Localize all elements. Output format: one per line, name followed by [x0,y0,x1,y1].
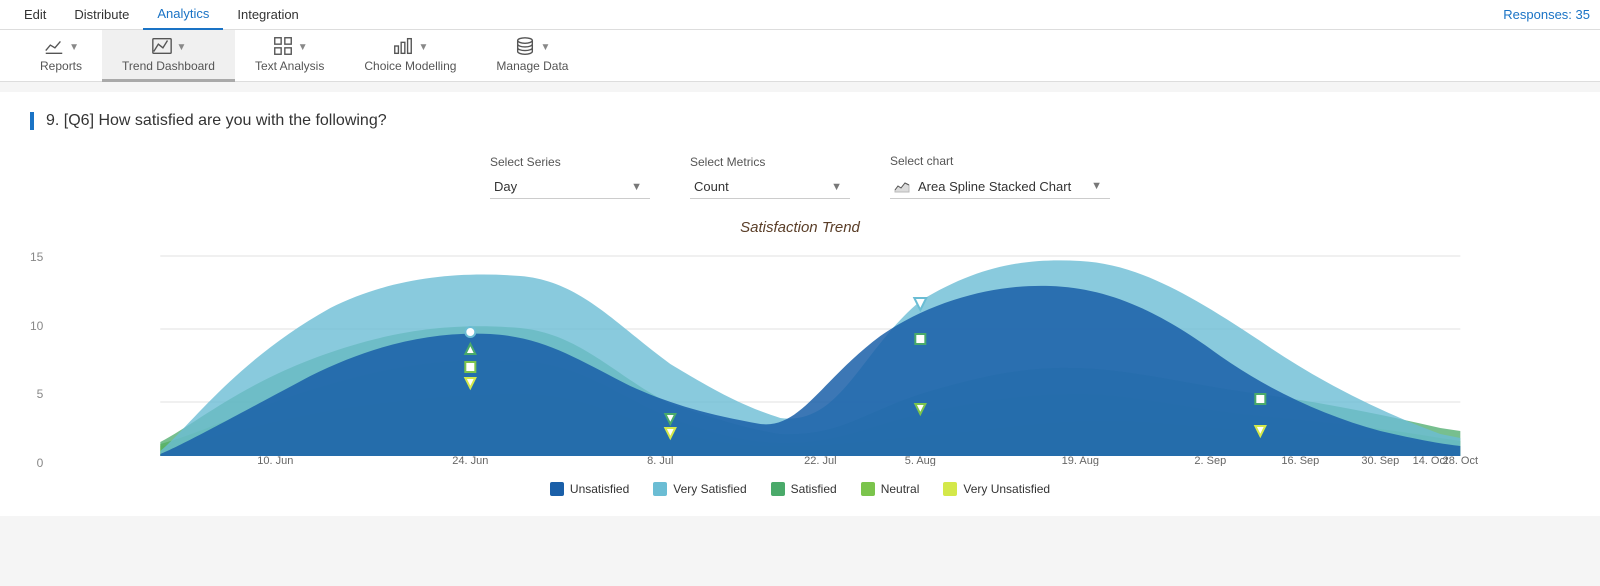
y-label-15: 15 [30,250,43,264]
svg-text:16. Sep: 16. Sep [1282,455,1320,466]
satisfied-label: Satisfied [791,482,837,496]
nav-analytics[interactable]: Analytics [143,0,223,30]
series-control: Select Series Day ▼ [490,155,650,199]
secnav-manage-label: Manage Data [496,59,568,73]
main-content: 9. [Q6] How satisfied are you with the f… [0,92,1600,516]
very-satisfied-color [653,482,667,496]
y-label-10: 10 [30,319,43,333]
secnav-choice-modelling[interactable]: ▼ Choice Modelling [344,30,476,82]
legend-neutral: Neutral [861,482,920,496]
chart-title: Satisfaction Trend [30,219,1570,236]
marker-very-satisfied-1 [466,327,476,337]
very-unsatisfied-color [943,482,957,496]
trend-icon [151,35,173,57]
legend-very-unsatisfied: Very Unsatisfied [943,482,1050,496]
series-label: Select Series [490,155,650,169]
series-arrow-icon: ▼ [631,181,642,193]
chart-svg: 10. Jun 24. Jun 8. Jul 22. Jul 5. Aug 19… [51,246,1570,466]
text-analysis-chevron: ▼ [298,42,308,53]
svg-text:24. Jun: 24. Jun [453,455,489,466]
trend-chevron: ▼ [177,42,187,53]
chart-type-arrow-icon: ▼ [1091,180,1102,192]
secondary-navigation: ▼ Reports ▼ Trend Dashboard ▼ Text Analy… [0,30,1600,82]
chart-wrapper: Satisfaction Trend 15 10 5 0 [30,219,1570,496]
responses-count: Responses: 35 [1503,7,1590,22]
unsatisfied-color [550,482,564,496]
svg-text:5. Aug: 5. Aug [905,455,936,466]
nav-distribute[interactable]: Distribute [60,0,143,30]
very-satisfied-label: Very Satisfied [673,482,746,496]
chart-type-label: Select chart [890,154,1110,168]
y-label-5: 5 [37,387,44,401]
top-navigation: Edit Distribute Analytics Integration Re… [0,0,1600,30]
secnav-reports[interactable]: ▼ Reports [20,30,102,82]
area-chart-icon [894,178,910,194]
svg-text:2. Sep: 2. Sep [1195,455,1227,466]
marker-satisfied-3 [916,334,926,344]
secnav-trend-dashboard[interactable]: ▼ Trend Dashboard [102,30,235,82]
secnav-choice-label: Choice Modelling [364,59,456,73]
neutral-label: Neutral [881,482,920,496]
series-select[interactable]: Day ▼ [490,175,650,199]
svg-text:19. Aug: 19. Aug [1062,455,1099,466]
marker-satisfied-4 [1256,394,1266,404]
y-label-0: 0 [37,456,44,470]
svg-text:30. Sep: 30. Sep [1362,455,1400,466]
secnav-trend-label: Trend Dashboard [122,59,215,73]
manage-chevron: ▼ [540,42,550,53]
svg-text:28. Oct: 28. Oct [1443,455,1478,466]
legend-satisfied: Satisfied [771,482,837,496]
nav-edit[interactable]: Edit [10,0,60,30]
marker-neutral-1 [466,362,476,372]
metrics-arrow-icon: ▼ [831,181,842,193]
chart-type-control: Select chart Area Spline Stacked Chart ▼ [890,154,1110,199]
svg-text:22. Jul: 22. Jul [804,455,836,466]
legend-very-satisfied: Very Satisfied [653,482,746,496]
question-title: 9. [Q6] How satisfied are you with the f… [30,112,1570,130]
controls-row: Select Series Day ▼ Select Metrics Count… [30,154,1570,199]
nav-integration[interactable]: Integration [223,0,312,30]
metrics-label: Select Metrics [690,155,850,169]
metrics-value: Count [694,179,729,194]
text-analysis-icon [272,35,294,57]
secnav-text-analysis[interactable]: ▼ Text Analysis [235,30,344,82]
choice-chevron: ▼ [418,42,428,53]
legend-unsatisfied: Unsatisfied [550,482,629,496]
neutral-color [861,482,875,496]
chart-legend: Unsatisfied Very Satisfied Satisfied Neu… [30,482,1570,496]
satisfied-color [771,482,785,496]
unsatisfied-label: Unsatisfied [570,482,629,496]
bar-chart-icon [392,35,414,57]
secnav-text-label: Text Analysis [255,59,324,73]
secnav-manage-data[interactable]: ▼ Manage Data [476,30,588,82]
svg-text:10. Jun: 10. Jun [258,455,294,466]
secnav-reports-label: Reports [40,59,82,73]
metrics-control: Select Metrics Count ▼ [690,155,850,199]
metrics-select[interactable]: Count ▼ [690,175,850,199]
database-icon [514,35,536,57]
chart-type-value: Area Spline Stacked Chart [918,179,1071,194]
very-unsatisfied-label: Very Unsatisfied [963,482,1050,496]
chart-type-select[interactable]: Area Spline Stacked Chart ▼ [890,174,1110,199]
chart-line-icon [43,35,65,57]
series-value: Day [494,179,517,194]
reports-chevron: ▼ [69,42,79,53]
svg-text:8. Jul: 8. Jul [648,455,674,466]
